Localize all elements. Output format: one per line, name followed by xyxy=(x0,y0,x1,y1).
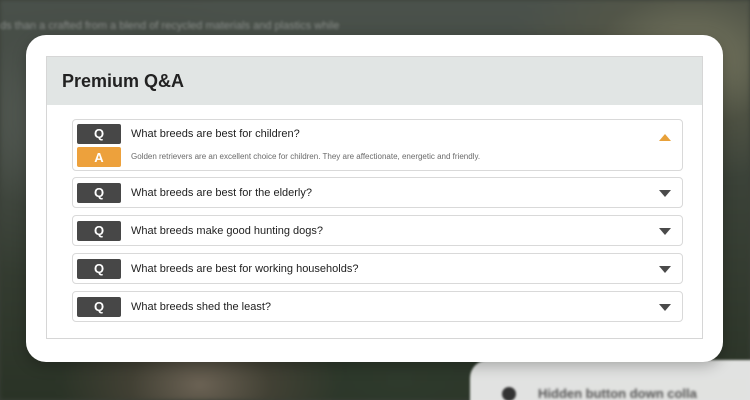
qa-item-shed-least[interactable]: Q What breeds shed the least? xyxy=(72,291,683,322)
chevron-up-icon[interactable] xyxy=(659,134,671,141)
q-badge: Q xyxy=(77,123,121,144)
question-text: What breeds are best for the elderly? xyxy=(131,186,312,199)
q-badge: Q xyxy=(77,296,121,317)
qa-item-hunting[interactable]: Q What breeds make good hunting dogs? xyxy=(72,215,683,246)
qa-item-working-households[interactable]: Q What breeds are best for working house… xyxy=(72,253,683,284)
q-badge: Q xyxy=(77,220,121,241)
chevron-down-icon[interactable] xyxy=(659,303,671,311)
chevron-down-icon[interactable] xyxy=(659,265,671,273)
question-text: What breeds are best for children? xyxy=(131,127,300,140)
question-text: What breeds are best for working househo… xyxy=(131,262,359,275)
question-row: Q What breeds shed the least? xyxy=(73,292,682,321)
question-row: Q What breeds make good hunting dogs? xyxy=(73,216,682,245)
question-row: Q What breeds are best for children? xyxy=(73,120,682,147)
question-row: Q What breeds are best for working house… xyxy=(73,254,682,283)
answer-text: Golden retrievers are an excellent choic… xyxy=(131,152,481,161)
background-text: ds than a crafted from a blend of recycl… xyxy=(0,20,340,32)
chevron-down-icon[interactable] xyxy=(659,227,671,235)
qa-card: Premium Q&A Q What breeds are best for c… xyxy=(26,35,723,362)
chevron-down-icon[interactable] xyxy=(659,189,671,197)
question-text: What breeds shed the least? xyxy=(131,300,272,313)
a-badge: A xyxy=(77,147,121,167)
qa-item-children[interactable]: Q What breeds are best for children? A G… xyxy=(72,119,683,171)
q-badge: Q xyxy=(77,258,121,279)
q-badge: Q xyxy=(77,182,121,203)
answer-row: A Golden retrievers are an excellent cho… xyxy=(73,147,682,167)
background-hint-text: Hidden button down colla xyxy=(538,386,697,400)
qa-item-elderly[interactable]: Q What breeds are best for the elderly? xyxy=(72,177,683,208)
panel-title: Premium Q&A xyxy=(62,70,185,91)
panel-header: Premium Q&A xyxy=(47,57,702,105)
qa-list: Q What breeds are best for children? A G… xyxy=(72,119,683,329)
question-row: Q What breeds are best for the elderly? xyxy=(73,178,682,207)
background-hint-dot xyxy=(502,387,516,400)
qa-panel: Premium Q&A Q What breeds are best for c… xyxy=(46,56,703,339)
question-text: What breeds make good hunting dogs? xyxy=(131,224,324,237)
